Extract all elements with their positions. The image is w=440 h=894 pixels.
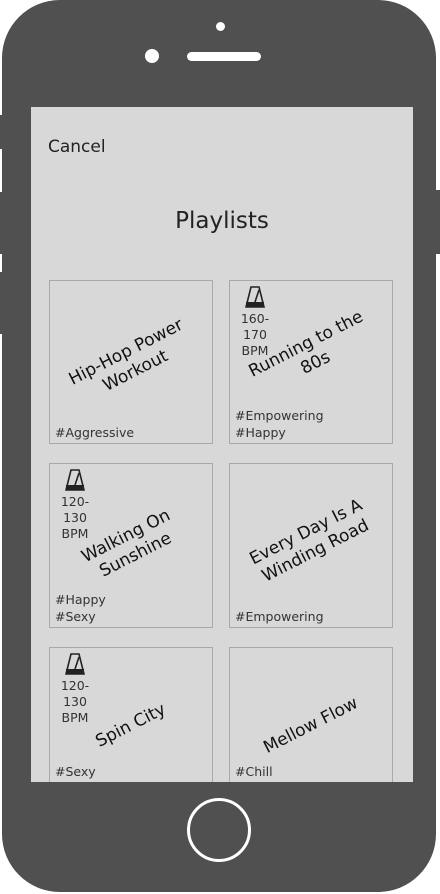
tag: #Happy	[55, 592, 106, 607]
playlist-tags: #Aggressive	[55, 424, 134, 441]
playlist-card[interactable]: Mellow Flow #Chill	[229, 647, 393, 782]
playlist-card[interactable]: 120-130 BPM Spin City #Sexy	[49, 647, 213, 782]
volume-up-button	[0, 192, 4, 254]
playlist-title: Hip-Hop Power Workout	[65, 314, 187, 396]
tag: #Sexy	[55, 764, 96, 779]
playlist-card[interactable]: 160-170 BPM Running to the 80s #Empoweri…	[229, 280, 393, 444]
bpm-indicator: 120-130 BPM	[52, 468, 98, 542]
metronome-icon	[65, 653, 85, 675]
metronome-icon	[245, 286, 265, 308]
playlist-tags: #Empowering #Happy	[235, 407, 324, 441]
home-button[interactable]	[187, 798, 251, 862]
bpm-indicator: 160-170 BPM	[232, 285, 278, 359]
earpiece-speaker	[187, 52, 261, 61]
playlist-title: Mellow Flow	[260, 692, 362, 758]
cancel-button[interactable]: Cancel	[48, 137, 106, 157]
tag: #Empowering	[235, 408, 324, 423]
bpm-label: 120-130 BPM	[60, 494, 90, 541]
tag: #Chill	[235, 764, 273, 779]
metronome-icon	[65, 469, 85, 491]
tag: #Aggressive	[55, 425, 135, 440]
playlist-tags: #Sexy	[55, 763, 96, 780]
power-button	[436, 190, 440, 254]
playlist-title: Every Day Is A Winding Road	[246, 495, 373, 587]
bpm-label: 120-130 BPM	[60, 678, 90, 725]
playlist-card[interactable]: Every Day Is A Winding Road #Empowering	[229, 463, 393, 628]
playlist-tags: #Happy #Sexy	[55, 591, 106, 625]
bpm-label: 160-170 BPM	[240, 311, 270, 358]
tag: #Sexy	[55, 609, 96, 624]
mute-switch	[0, 115, 4, 149]
phone-frame: Cancel Playlists Hip-Hop Power Workout #…	[2, 0, 436, 892]
front-camera	[145, 49, 159, 63]
volume-down-button	[0, 272, 4, 334]
page-title: Playlists	[175, 208, 269, 234]
playlist-card[interactable]: 120-130 BPM Walking On Sunshine #Happy #…	[49, 463, 213, 628]
screen: Cancel Playlists Hip-Hop Power Workout #…	[31, 107, 413, 782]
bpm-indicator: 120-130 BPM	[52, 652, 98, 726]
playlist-tags: #Chill	[235, 763, 273, 780]
sensor-dot	[216, 22, 225, 31]
playlist-tags: #Empowering	[235, 608, 324, 625]
tag: #Happy	[235, 425, 286, 440]
tag: #Empowering	[235, 609, 324, 624]
playlist-card[interactable]: Hip-Hop Power Workout #Aggressive	[49, 280, 213, 444]
